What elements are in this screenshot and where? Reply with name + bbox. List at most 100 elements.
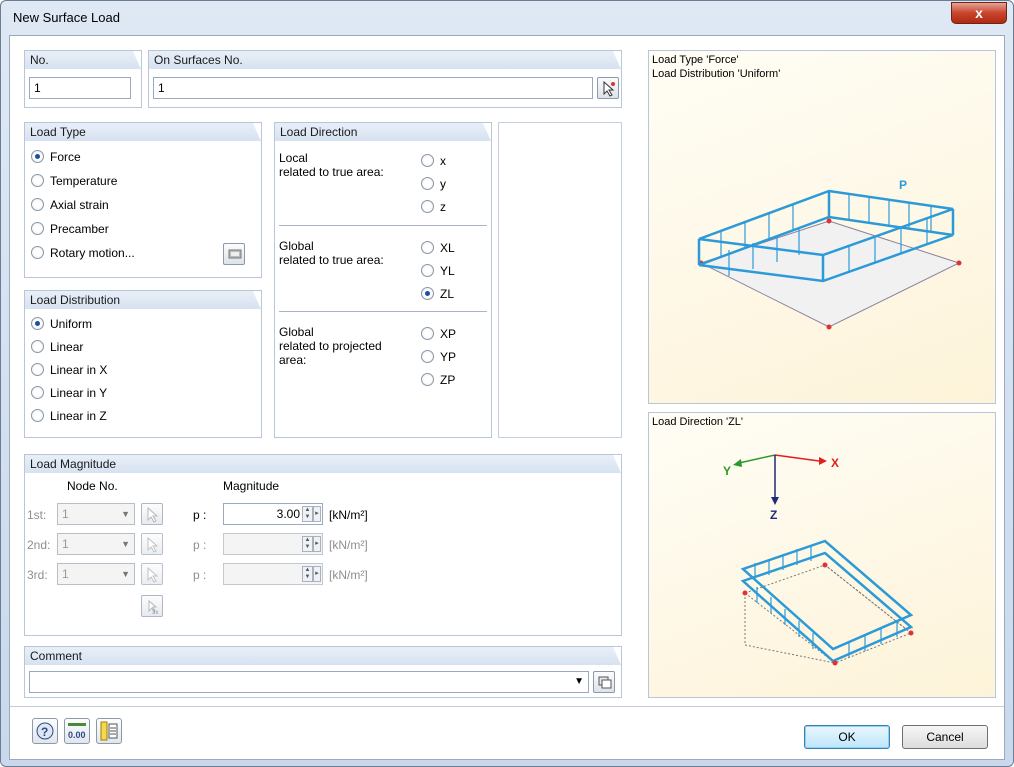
pick-node-2-button[interactable] bbox=[141, 533, 163, 555]
option-label: Temperature bbox=[50, 174, 118, 188]
comment-header: Comment bbox=[25, 647, 621, 665]
caption-line: Load Type 'Force' bbox=[652, 54, 739, 66]
pick-node-3-button[interactable] bbox=[141, 563, 163, 585]
option-label: Linear in Z bbox=[50, 409, 107, 423]
global-true-caption: Global related to true area: bbox=[279, 239, 384, 267]
load-direction-diagram: X Y Z bbox=[723, 454, 914, 666]
radio[interactable] bbox=[31, 340, 44, 353]
settings-icon bbox=[228, 249, 242, 259]
caption-line: related to projected bbox=[279, 339, 382, 353]
right-arrow-icon[interactable]: ▸ bbox=[313, 506, 321, 522]
radio-selected[interactable] bbox=[31, 150, 44, 163]
radio[interactable] bbox=[421, 327, 434, 340]
spinner-arrows-icon[interactable]: ▲ ▼ bbox=[302, 536, 313, 552]
close-button[interactable]: x bbox=[951, 2, 1007, 24]
comment-field[interactable]: ▼ bbox=[29, 671, 589, 693]
node-select-1[interactable]: 1 ▼ bbox=[57, 503, 135, 525]
cancel-button[interactable]: Cancel bbox=[902, 725, 988, 749]
axis-z-label: Z bbox=[770, 508, 777, 522]
radio[interactable] bbox=[31, 386, 44, 399]
right-arrow-icon[interactable]: ▸ bbox=[313, 566, 321, 582]
direction-yp[interactable]: YP bbox=[421, 348, 456, 366]
on-surfaces-field[interactable]: 1 bbox=[153, 77, 593, 99]
spinner-arrows-icon[interactable]: ▲ ▼ bbox=[302, 506, 313, 522]
pick-node-1-button[interactable] bbox=[141, 503, 163, 525]
pick-surfaces-button[interactable] bbox=[597, 77, 619, 99]
p-label-2: p : bbox=[193, 538, 207, 552]
load-direction-preview: Load Direction 'ZL' X Y Z bbox=[648, 412, 996, 698]
direction-zp[interactable]: ZP bbox=[421, 371, 455, 389]
distribution-linear-x[interactable]: Linear in X bbox=[31, 361, 107, 379]
node-no-label: Node No. bbox=[67, 479, 118, 493]
comment-library-button[interactable] bbox=[593, 671, 615, 693]
load-type-precamber[interactable]: Precamber bbox=[31, 220, 109, 238]
global-projected-caption: Global related to projected area: bbox=[279, 325, 382, 367]
radio[interactable] bbox=[31, 198, 44, 211]
load-type-rotary-motion[interactable]: Rotary motion... bbox=[31, 244, 135, 262]
help-button[interactable]: ? bbox=[32, 718, 58, 744]
node-select-2[interactable]: 1 ▼ bbox=[57, 533, 135, 555]
empty-options-pane bbox=[498, 122, 622, 438]
chevron-down-icon: ▼ bbox=[121, 569, 130, 579]
direction-xp[interactable]: XP bbox=[421, 325, 456, 343]
units-decimals-button[interactable]: 0.00 bbox=[64, 718, 90, 744]
no-field[interactable]: 1 bbox=[29, 77, 131, 99]
direction-z[interactable]: z bbox=[421, 198, 446, 216]
radio[interactable] bbox=[31, 174, 44, 187]
option-label: y bbox=[440, 177, 446, 191]
radio[interactable] bbox=[421, 200, 434, 213]
option-label: Linear in X bbox=[50, 363, 108, 377]
direction-yl[interactable]: YL bbox=[421, 262, 455, 280]
copy-icon bbox=[598, 676, 612, 689]
p-label-1: p : bbox=[193, 508, 207, 522]
option-label: Rotary motion... bbox=[50, 246, 135, 260]
divider bbox=[279, 225, 487, 226]
load-type-temperature[interactable]: Temperature bbox=[31, 172, 117, 190]
load-type-force[interactable]: Force bbox=[31, 148, 81, 166]
chevron-down-icon[interactable]: ▼ bbox=[574, 672, 584, 692]
distribution-linear-y[interactable]: Linear in Y bbox=[31, 384, 107, 402]
distribution-linear[interactable]: Linear bbox=[31, 338, 83, 356]
pick-three-nodes-button[interactable]: 3x bbox=[141, 595, 163, 617]
option-label: Axial strain bbox=[50, 198, 109, 212]
radio[interactable] bbox=[31, 246, 44, 259]
pick-cursor-icon bbox=[147, 567, 159, 583]
radio[interactable] bbox=[421, 264, 434, 277]
radio[interactable] bbox=[421, 154, 434, 167]
radio[interactable] bbox=[421, 177, 434, 190]
load-wizard-button[interactable] bbox=[96, 718, 122, 744]
svg-text:?: ? bbox=[41, 725, 48, 739]
radio[interactable] bbox=[31, 222, 44, 235]
load-direction-pane: Load Direction Local related to true area… bbox=[274, 122, 492, 438]
caption-line: Load Distribution 'Uniform' bbox=[652, 68, 781, 80]
magnitude-input-2[interactable]: ▲ ▼ ▸ bbox=[223, 533, 323, 555]
radio[interactable] bbox=[421, 373, 434, 386]
combo-value: 1 bbox=[62, 537, 69, 551]
right-arrow-icon[interactable]: ▸ bbox=[313, 536, 321, 552]
magnitude-input-3[interactable]: ▲ ▼ ▸ bbox=[223, 563, 323, 585]
chevron-down-icon: ▼ bbox=[121, 509, 130, 519]
ok-button[interactable]: OK bbox=[804, 725, 890, 749]
direction-xl[interactable]: XL bbox=[421, 239, 455, 257]
magnitude-input-1[interactable]: 3.00 ▲ ▼ ▸ bbox=[223, 503, 323, 525]
radio-selected[interactable] bbox=[421, 287, 434, 300]
direction-y[interactable]: y bbox=[421, 175, 446, 193]
option-label: Uniform bbox=[50, 317, 93, 331]
direction-zl[interactable]: ZL bbox=[421, 285, 454, 303]
radio[interactable] bbox=[31, 409, 44, 422]
caption-line: related to true area: bbox=[279, 253, 384, 267]
radio-selected[interactable] bbox=[31, 317, 44, 330]
direction-x[interactable]: x bbox=[421, 152, 446, 170]
distribution-uniform[interactable]: Uniform bbox=[31, 315, 92, 333]
load-direction-header: Load Direction bbox=[275, 123, 491, 141]
radio[interactable] bbox=[31, 363, 44, 376]
divider bbox=[279, 311, 487, 312]
spinner-arrows-icon[interactable]: ▲ ▼ bbox=[302, 566, 313, 582]
combo-value: 1 bbox=[62, 507, 69, 521]
load-type-axial-strain[interactable]: Axial strain bbox=[31, 196, 109, 214]
distribution-linear-z[interactable]: Linear in Z bbox=[31, 407, 107, 425]
radio[interactable] bbox=[421, 241, 434, 254]
rotary-settings-button[interactable] bbox=[223, 243, 245, 265]
node-select-3[interactable]: 1 ▼ bbox=[57, 563, 135, 585]
radio[interactable] bbox=[421, 350, 434, 363]
